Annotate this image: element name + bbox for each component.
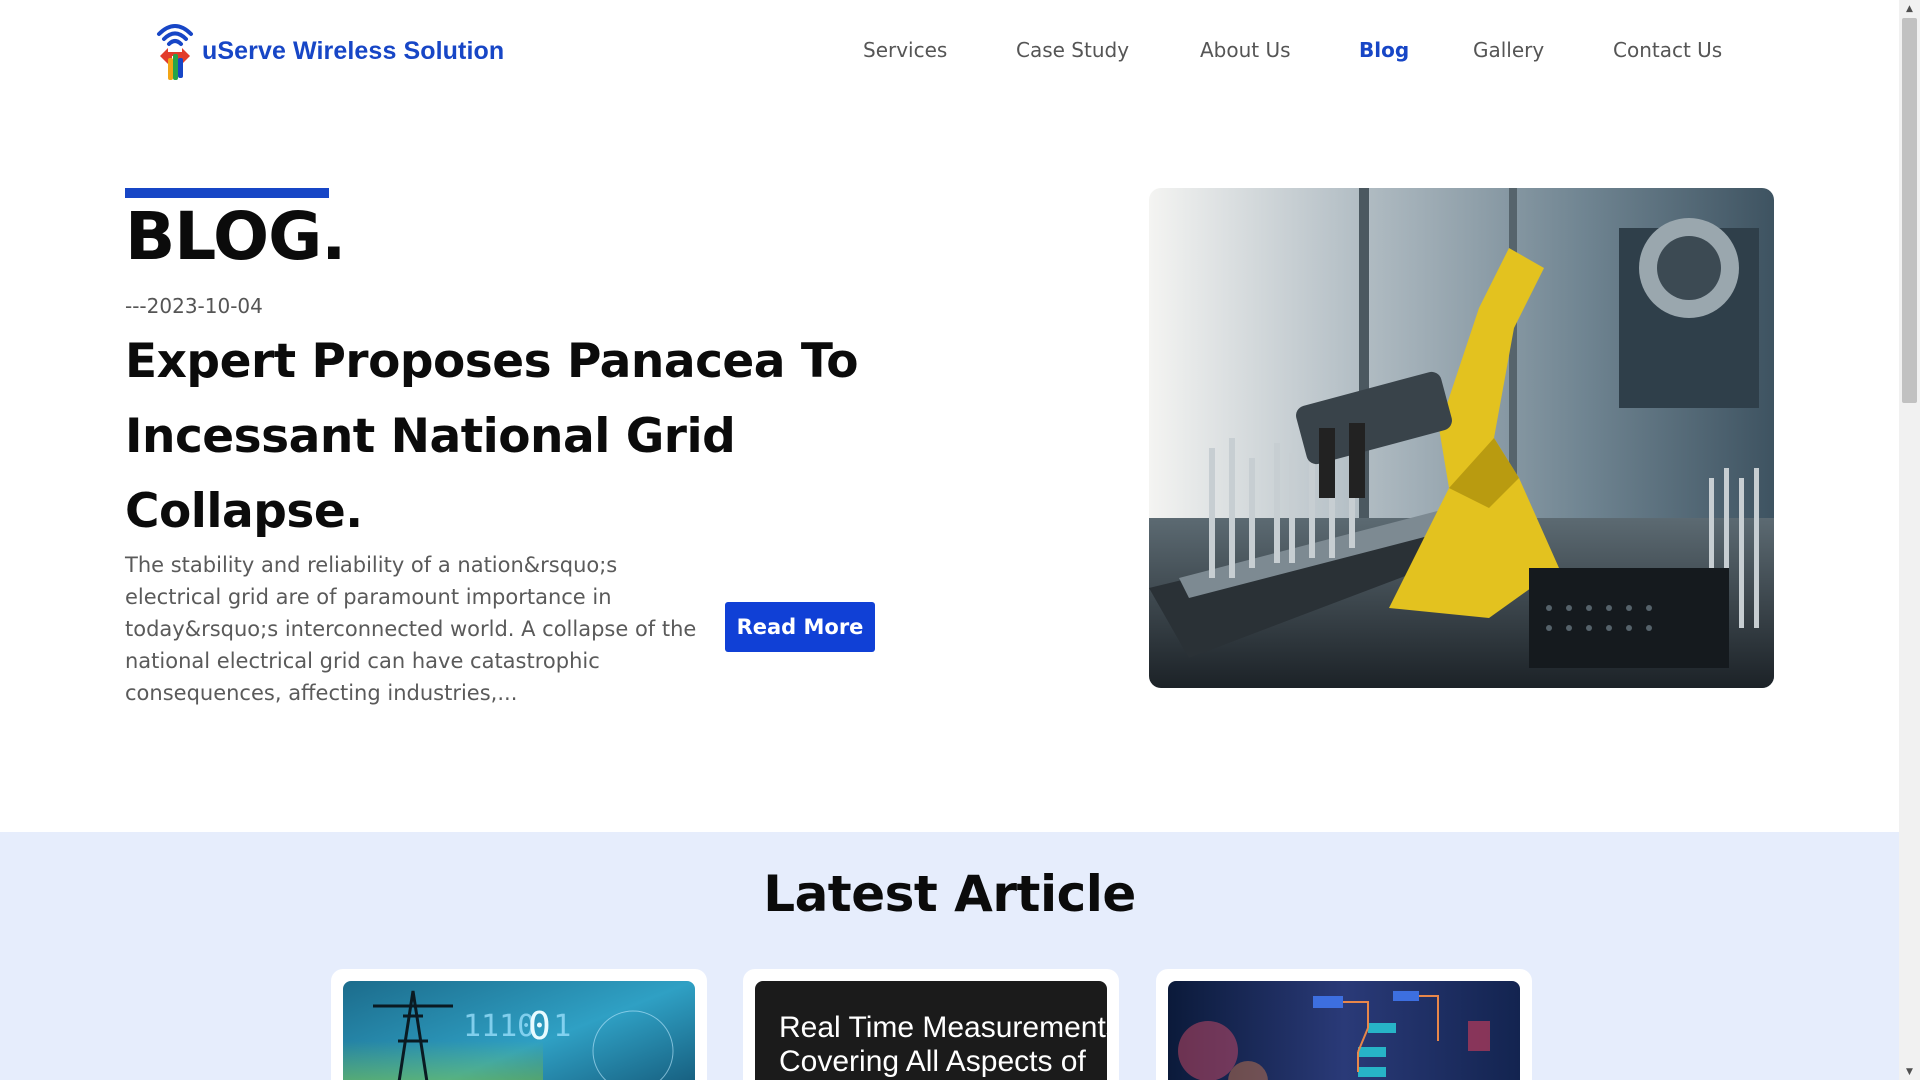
article-card-image[interactable]: Real Time Measurements Covering All Aspe… [755,981,1107,1080]
svg-text:0: 0 [528,1004,551,1048]
page-scrollbar[interactable]: ▲ ▼ [1899,0,1920,1080]
featured-post-title[interactable]: Expert Proposes Panacea To Incessant Nat… [125,324,945,549]
overlay-line-2: Covering All Aspects of [779,1045,1086,1078]
article-card[interactable]: Real Time Measurements Covering All Aspe… [743,969,1119,1080]
read-more-button[interactable]: Read More [725,602,875,652]
site-header: uServe Wireless Solution Services Case S… [0,0,1899,100]
nav-about-us[interactable]: About Us [1200,38,1291,62]
featured-post-image[interactable] [1149,188,1774,688]
svg-text:1110 1: 1110 1 [463,1009,571,1044]
article-card-overlay-text: Real Time Measurements Covering All Aspe… [779,1011,1107,1079]
nav-case-study[interactable]: Case Study [1016,38,1129,62]
nav-blog[interactable]: Blog [1359,38,1409,62]
article-card[interactable] [1156,969,1532,1080]
article-card-image[interactable] [1168,981,1520,1080]
article-card[interactable]: 1110 1 0 [331,969,707,1080]
network-flowchart-illustration [1168,981,1520,1080]
page-title: BLOG. [125,198,346,275]
latest-articles-title: Latest Article [763,865,1136,923]
nav-gallery[interactable]: Gallery [1473,38,1544,62]
article-card-image[interactable]: 1110 1 0 [343,981,695,1080]
latest-articles-section: Latest Article 1110 1 0 Real Time Measur… [0,832,1899,1080]
brand-logo[interactable]: uServe Wireless Solution [154,20,504,82]
featured-post-excerpt: The stability and reliability of a natio… [125,553,697,705]
nav-contact-us[interactable]: Contact Us [1613,38,1722,62]
scroll-down-arrow-icon[interactable]: ▼ [1899,1063,1920,1080]
brand-name: uServe Wireless Solution [202,36,505,65]
scroll-up-arrow-icon[interactable]: ▲ [1899,0,1920,17]
heading-accent-bar [125,188,329,198]
power-grid-digital-illustration: 1110 1 0 [343,981,695,1080]
scrollbar-thumb[interactable] [1902,18,1917,403]
post-date: ---2023-10-04 [125,294,263,318]
robot-arm-illustration [1149,188,1774,688]
logo-icon [157,24,193,80]
overlay-line-1: Real Time Measurements [779,1011,1107,1044]
nav-services[interactable]: Services [863,38,947,62]
